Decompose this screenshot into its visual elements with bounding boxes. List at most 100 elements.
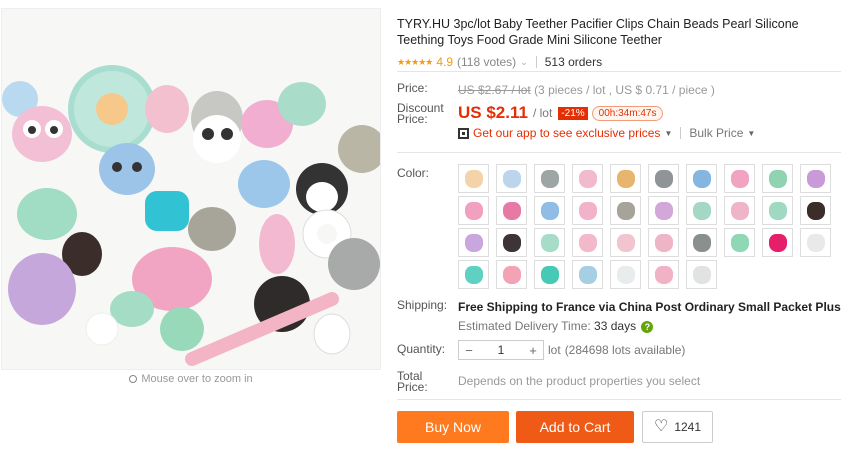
zoom-hint-text: Mouse over to zoom in <box>141 373 253 385</box>
color-swatch-crown-pink[interactable] <box>648 260 679 289</box>
candy-lilac-thumbnail-icon <box>464 233 483 252</box>
product-detail: TYRY.HU 3pc/lot Baby Teether Pacifier Cl… <box>397 16 841 70</box>
countdown-timer: 00h:34m:47s <box>591 105 664 121</box>
color-swatch-bear-blue[interactable] <box>496 164 527 193</box>
divider <box>680 127 682 139</box>
color-swatch-bow-rose[interactable] <box>648 228 679 257</box>
quantity-stepper: − 1 + <box>458 340 544 360</box>
shipping-method[interactable]: Free Shipping to France via China Post O… <box>458 300 844 315</box>
feather-aqua-thumbnail-icon <box>540 265 559 284</box>
wishlist-count: 1241 <box>674 420 702 434</box>
flamingo-pink-thumbnail-icon <box>464 201 483 220</box>
color-swatch-candy-pink[interactable] <box>724 196 755 225</box>
app-promo-link[interactable]: Get our app to see exclusive prices <box>473 126 660 140</box>
color-swatch-glasses[interactable] <box>686 228 717 257</box>
owl-grey-thumbnail-icon <box>616 201 635 220</box>
color-swatch-candy-mint[interactable] <box>762 196 793 225</box>
candy-pink-thumbnail-icon <box>730 201 749 220</box>
flamingo-rose-thumbnail-icon <box>502 201 521 220</box>
chevron-down-icon[interactable]: ⌄ <box>520 57 528 68</box>
color-swatch-bow-pink[interactable] <box>572 228 603 257</box>
color-swatch-koala-pink[interactable] <box>724 164 755 193</box>
color-swatch-flamingo-rose[interactable] <box>496 196 527 225</box>
original-price-row: US $2.67 / lot (3 pieces / lot , US $ 0.… <box>458 83 715 97</box>
votes-link[interactable]: (118 votes) <box>457 55 516 69</box>
owl-lilac-thumbnail-icon <box>654 201 673 220</box>
app-promo-row: Get our app to see exclusive prices ▼ Bu… <box>458 126 755 140</box>
bulk-price-dropdown[interactable]: Bulk Price <box>689 126 743 140</box>
candy-black-thumbnail-icon <box>806 201 825 220</box>
color-swatch-owl-grey[interactable] <box>610 196 641 225</box>
color-swatch-koala-grey[interactable] <box>534 164 565 193</box>
lots-available: (284698 lots available) <box>564 343 686 357</box>
add-to-cart-button[interactable]: Add to Cart <box>516 411 634 443</box>
rose-red-thumbnail-icon <box>768 233 787 252</box>
color-swatch-feather-aqua[interactable] <box>534 260 565 289</box>
rose-mint-thumbnail-icon <box>730 233 749 252</box>
teether-beads-illustration <box>2 9 380 369</box>
feather-white-thumbnail-icon <box>616 265 635 284</box>
color-swatch-bow-black[interactable] <box>496 228 527 257</box>
color-swatch-bow-blush[interactable] <box>610 228 641 257</box>
section-divider <box>397 71 841 72</box>
shipping-label: Shipping: <box>397 298 448 312</box>
color-swatch-bear[interactable] <box>458 164 489 193</box>
wishlist-button[interactable]: ♡ 1241 <box>642 411 713 443</box>
color-swatch-owl-blue[interactable] <box>534 196 565 225</box>
bow-black-thumbnail-icon <box>502 233 521 252</box>
color-swatch-candy-black[interactable] <box>800 196 831 225</box>
koala-mint-thumbnail-icon <box>768 169 787 188</box>
color-swatch-koala-mint[interactable] <box>762 164 793 193</box>
zoom-hint: Mouse over to zoom in <box>0 373 382 385</box>
buy-now-button[interactable]: Buy Now <box>397 411 509 443</box>
total-label-line2: Price: <box>397 380 428 394</box>
color-swatch-koala-dark[interactable] <box>648 164 679 193</box>
color-swatch-koala-purple[interactable] <box>800 164 831 193</box>
quantity-label: Quantity: <box>397 342 446 356</box>
bow-rose-thumbnail-icon <box>654 233 673 252</box>
color-swatch-bear-tan[interactable] <box>610 164 641 193</box>
color-swatch-candy-lilac[interactable] <box>458 228 489 257</box>
product-image[interactable] <box>1 8 381 370</box>
caret-down-icon[interactable]: ▼ <box>664 129 672 138</box>
product-gallery: Mouse over to zoom in <box>0 0 382 462</box>
color-swatch-flamingo-pink[interactable] <box>458 196 489 225</box>
discount-price-row: US $2.11 / lot -21% 00h:34m:47s <box>458 103 664 123</box>
color-swatch-owl-mint[interactable] <box>686 196 717 225</box>
quantity-decrease-button[interactable]: − <box>463 343 475 358</box>
color-swatch-feather-pink[interactable] <box>496 260 527 289</box>
color-swatch-cloud[interactable] <box>800 228 831 257</box>
quantity-row: − 1 + lot (284698 lots available) <box>458 340 685 360</box>
feather-teal-thumbnail-icon <box>464 265 483 284</box>
star-rating-icon: ★★★★★ <box>397 56 433 67</box>
color-swatch-feather-teal[interactable] <box>458 260 489 289</box>
shipping-method-text[interactable]: Free Shipping to France via China Post O… <box>458 300 841 314</box>
estimated-delivery: Estimated Delivery Time: 33 days ? <box>458 319 654 333</box>
color-swatch-crown-white[interactable] <box>686 260 717 289</box>
glasses-thumbnail-icon <box>692 233 711 252</box>
action-buttons: Buy Now Add to Cart ♡ 1241 <box>397 411 713 443</box>
bear-pink-thumbnail-icon <box>578 169 597 188</box>
color-swatch-owl-pink[interactable] <box>572 196 603 225</box>
quantity-input[interactable]: 1 <box>498 343 505 357</box>
original-price: US $2.67 / lot <box>458 83 531 97</box>
owl-pink-thumbnail-icon <box>578 201 597 220</box>
section-divider <box>397 399 841 400</box>
color-swatch-crown-blue[interactable] <box>572 260 603 289</box>
per-lot-unit: / lot <box>532 106 553 120</box>
koala-pink-thumbnail-icon <box>730 169 749 188</box>
caret-down-icon[interactable]: ▼ <box>747 129 755 138</box>
crown-blue-thumbnail-icon <box>578 265 597 284</box>
quantity-unit: lot <box>548 343 561 357</box>
color-swatch-owl-lilac[interactable] <box>648 196 679 225</box>
color-swatch-rose-red[interactable] <box>762 228 793 257</box>
color-swatch-koala-blue[interactable] <box>686 164 717 193</box>
color-swatch-feather-white[interactable] <box>610 260 641 289</box>
color-swatch-bear-pink[interactable] <box>572 164 603 193</box>
quantity-increase-button[interactable]: + <box>527 343 539 358</box>
color-swatch-bow-mint[interactable] <box>534 228 565 257</box>
color-swatch-grid <box>458 164 831 289</box>
total-price-value: Depends on the product properties you se… <box>458 374 701 388</box>
color-swatch-rose-mint[interactable] <box>724 228 755 257</box>
help-icon[interactable]: ? <box>641 321 654 333</box>
